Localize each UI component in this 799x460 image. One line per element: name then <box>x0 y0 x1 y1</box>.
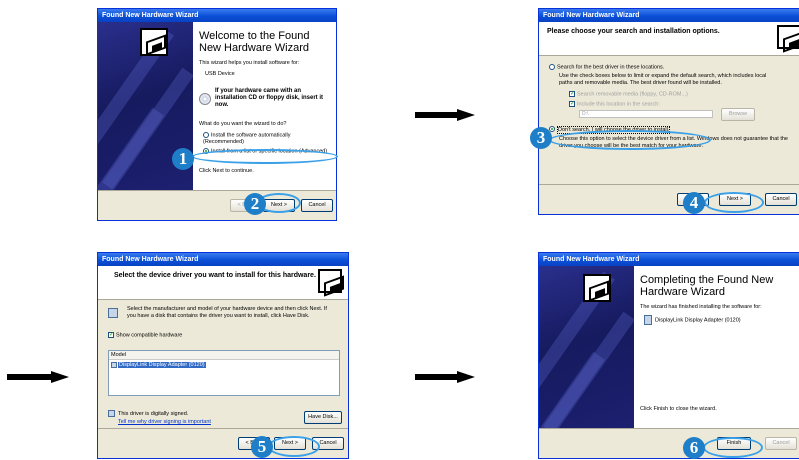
continue-text: Click Next to continue. <box>199 167 254 174</box>
page-title: Welcome to the Found New Hardware Wizard <box>199 30 310 54</box>
page-title: Select the device driver you want to ins… <box>114 272 316 279</box>
display-adapter-icon <box>644 315 652 325</box>
signed-text-label: This driver is digitally signed. <box>118 410 189 417</box>
dialog-title: Found New Hardware Wizard <box>539 9 799 22</box>
check-include-label: Include this location in the search: <box>577 101 660 108</box>
step-6-badge: 6 <box>683 437 705 459</box>
highlight-ring-next <box>268 436 320 457</box>
step-5-badge: 5 <box>251 436 273 458</box>
cancel-button[interactable]: Cancel <box>765 193 797 206</box>
hardware-icon <box>583 274 611 302</box>
arrow-right-icon <box>415 371 475 383</box>
dialog-completing: Found New Hardware Wizard Completing the… <box>538 252 799 459</box>
completing-content: Completing the Found New Hardware Wizard… <box>634 266 799 428</box>
browse-button[interactable]: Browse <box>721 108 755 122</box>
select-driver-content: Select the manufacturer and model of you… <box>108 306 340 342</box>
close-text: Click Finish to close the wizard. <box>640 406 717 412</box>
page-title: Please choose your search and installati… <box>547 28 720 35</box>
location-combo[interactable]: D:\ <box>579 110 713 119</box>
option-auto-radio[interactable]: Install the software automatically (Reco… <box>203 132 330 146</box>
hardware-icon <box>318 269 342 293</box>
cd-prompt: If your hardware came with an installati… <box>215 88 324 108</box>
welcome-content: Welcome to the Found New Hardware Wizard… <box>193 22 336 190</box>
step-3-badge: 3 <box>530 127 552 149</box>
device-name: USB Device <box>205 71 235 77</box>
select-description: Select the manufacturer and model of you… <box>127 306 327 319</box>
signing-link[interactable]: Tell me why driver signing is important <box>118 419 258 426</box>
arrow-right-icon <box>7 371 71 383</box>
hardware-icon <box>777 25 799 49</box>
show-compatible-label: Show compatible hardware <box>116 332 183 339</box>
search-description: Use the check boxes below to limit or ex… <box>559 73 767 87</box>
dialog-select-driver: Found New Hardware Wizard Select the dev… <box>97 252 349 459</box>
radio-icon[interactable] <box>203 132 209 138</box>
step-4-badge: 4 <box>683 192 705 214</box>
highlight-ring-option <box>192 149 338 164</box>
installed-device: DisplayLink Display Adapter (0120) <box>644 315 793 325</box>
finished-text: The wizard has finished installing the s… <box>640 304 762 310</box>
signing-info: This driver is digitally signed. Tell me… <box>108 410 258 430</box>
signed-text: This driver is digitally signed. <box>108 410 258 418</box>
highlight-ring-next <box>704 192 764 213</box>
cancel-button[interactable]: Cancel <box>301 199 333 212</box>
model-column-header: Model <box>109 351 339 360</box>
have-disk-button[interactable]: Have Disk... <box>304 411 342 424</box>
step-1-badge: 1 <box>172 148 194 170</box>
option-auto-label: Install the software automatically (Reco… <box>203 132 291 146</box>
dialog-title: Found New Hardware Wizard <box>98 253 348 266</box>
model-item-label: DisplayLink Display Adapter (0120) <box>118 362 206 368</box>
checkbox-icon[interactable] <box>108 332 114 338</box>
highlight-ring-finish <box>703 437 763 458</box>
step-2-badge: 2 <box>244 193 266 215</box>
header-panel: Select the device driver you want to ins… <box>98 266 348 300</box>
option-search-label: Search for the best driver in these loca… <box>557 64 665 71</box>
check-include[interactable]: Include this location in the search: <box>569 100 795 108</box>
arrow-right-icon <box>415 109 475 121</box>
installed-device-label: DisplayLink Display Adapter (0120) <box>655 317 741 324</box>
display-adapter-icon <box>111 361 117 368</box>
wizard-side-banner <box>539 266 634 428</box>
question-text: What do you want the wizard to do? <box>199 121 287 127</box>
cd-icon <box>199 92 211 105</box>
dialog-welcome: Found New Hardware Wizard Welcome to the… <box>97 8 337 221</box>
cancel-button[interactable]: Cancel <box>765 437 797 450</box>
header-panel: Please choose your search and installati… <box>539 22 799 56</box>
dialog-title: Found New Hardware Wizard <box>539 253 799 266</box>
radio-icon[interactable] <box>549 64 555 70</box>
dialog-title: Found New Hardware Wizard <box>98 9 336 22</box>
model-list[interactable]: Model DisplayLink Display Adapter (0120) <box>108 350 340 396</box>
check-removable-label: Search removable media (floppy, CD-ROM..… <box>577 91 688 98</box>
check-removable[interactable]: Search removable media (floppy, CD-ROM..… <box>569 91 795 98</box>
page-title: Completing the Found New Hardware Wizard <box>640 274 774 298</box>
signed-driver-icon <box>108 410 115 417</box>
checkbox-icon[interactable] <box>569 91 575 98</box>
computer-icon <box>108 308 118 318</box>
hardware-icon <box>140 28 168 56</box>
model-list-item[interactable]: DisplayLink Display Adapter (0120) <box>109 361 339 369</box>
highlight-ring-dont-search <box>549 130 711 150</box>
show-compatible-check[interactable]: Show compatible hardware <box>108 332 340 339</box>
intro-text: This wizard helps you install software f… <box>199 60 300 66</box>
checkbox-icon[interactable] <box>569 100 575 107</box>
option-search-radio[interactable]: Search for the best driver in these loca… <box>549 64 795 71</box>
dialog-search-options: Found New Hardware Wizard Please choose … <box>538 8 799 215</box>
